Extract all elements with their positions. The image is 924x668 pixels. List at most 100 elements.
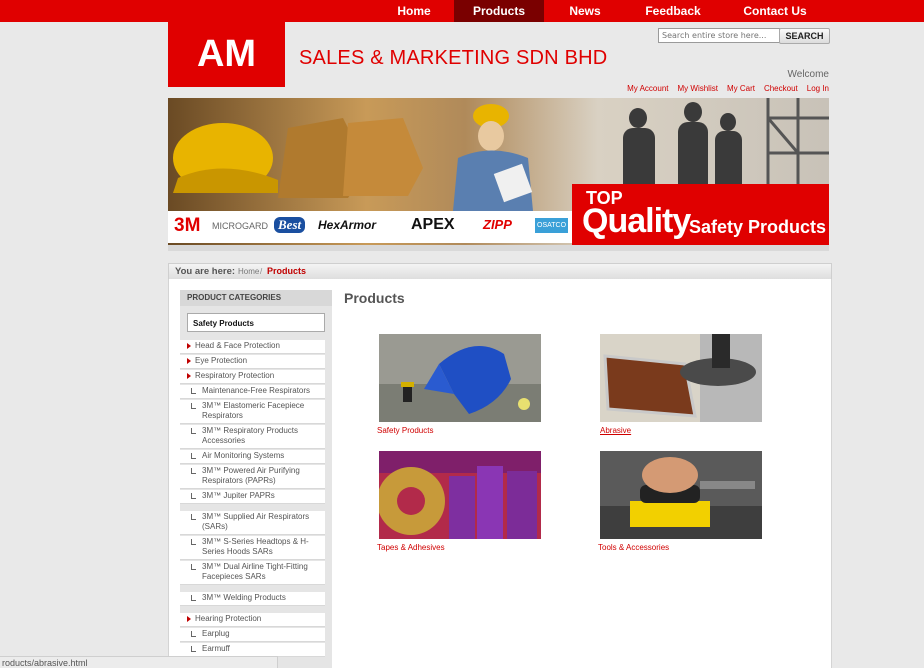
- breadcrumb: You are here: Home / Products: [168, 263, 832, 280]
- safety-products-image[interactable]: [379, 334, 541, 422]
- hero-banner: 3M MICROGARD Best HexArmor APEX ZIPP OSA…: [168, 98, 829, 251]
- sidebar-item-label: 3M™ Dual Airline Tight-Fitting Facepiece…: [202, 562, 308, 581]
- sidebar-item-label: Respiratory Protection: [195, 371, 275, 380]
- tagline-quality: Quality: [582, 202, 691, 240]
- search-input[interactable]: [658, 28, 780, 43]
- banner-safety-gear-image: [173, 104, 533, 211]
- sidebar-item-earmuff[interactable]: Earmuff: [180, 643, 325, 657]
- subitem-branch-icon: [191, 453, 196, 459]
- sidebar-item-label: Eye Protection: [195, 356, 248, 365]
- breadcrumb-current: Products: [267, 266, 307, 276]
- nav-news[interactable]: News: [544, 0, 626, 22]
- abrasive-image[interactable]: [600, 334, 762, 422]
- site-logo[interactable]: AM: [168, 22, 285, 87]
- subitem-branch-icon: [191, 403, 196, 409]
- sidebar-item-jupiter-paprs[interactable]: 3M™ Jupiter PAPRs: [180, 490, 325, 504]
- sidebar-title: PRODUCT CATEGORIES: [180, 290, 332, 306]
- breadcrumb-home-link[interactable]: Home: [238, 264, 259, 279]
- my-cart-link[interactable]: My Cart: [727, 84, 755, 93]
- sidebar-item-label: Air Monitoring Systems: [202, 451, 285, 460]
- sidebar-item-label: 3M™ S-Series Headtops & H-Series Hoods S…: [202, 537, 309, 556]
- sidebar-item-label: Maintenance-Free Respirators: [202, 386, 311, 395]
- banner-scaffold-silhouettes: [623, 98, 829, 198]
- category-select[interactable]: Safety Products: [187, 313, 325, 332]
- arrow-right-icon: [187, 358, 191, 364]
- nav-contact-us[interactable]: Contact Us: [720, 0, 830, 22]
- brand-best-logo: Best: [274, 217, 306, 233]
- subitem-branch-icon: [191, 493, 196, 499]
- checkout-link[interactable]: Checkout: [764, 84, 798, 93]
- sidebar-item-hearing-protection[interactable]: Hearing Protection: [180, 613, 325, 627]
- top-nav: Home Products News Feedback Contact Us: [374, 0, 830, 22]
- brand-hexarmor-logo: HexArmor: [318, 218, 377, 232]
- nav-home[interactable]: Home: [374, 0, 454, 22]
- sidebar-item-dual-airline[interactable]: 3M™ Dual Airline Tight-Fitting Facepiece…: [180, 561, 325, 585]
- sidebar-item-s-series-headtops[interactable]: 3M™ S-Series Headtops & H-Series Hoods S…: [180, 536, 325, 560]
- sidebar-item-elastomeric-facepiece-respirators[interactable]: 3M™ Elastomeric Facepiece Respirators: [180, 400, 325, 424]
- nav-feedback[interactable]: Feedback: [626, 0, 720, 22]
- subitem-branch-icon: [191, 468, 196, 474]
- sidebar-item-eye-protection[interactable]: Eye Protection: [180, 355, 325, 369]
- sidebar-item-head-face-protection[interactable]: Head & Face Protection: [180, 340, 325, 354]
- brand-logos-strip: 3M MICROGARD Best HexArmor APEX ZIPP OSA…: [168, 211, 572, 243]
- tagline-safety-products: Safety Products: [689, 217, 827, 237]
- subitem-branch-icon: [191, 388, 196, 394]
- brand-3m-logo: 3M: [174, 215, 201, 236]
- subitem-branch-icon: [191, 646, 196, 652]
- sidebar-item-label: Earplug: [202, 629, 230, 638]
- brand-zipp-logo: ZIPP: [483, 217, 512, 232]
- top-quality-tagline: TOP Quality Safety Products: [572, 184, 829, 246]
- sidebar-item-supplied-air-respirators[interactable]: 3M™ Supplied Air Respirators (SARs): [180, 511, 325, 535]
- subitem-branch-icon: [191, 631, 196, 637]
- account-links: My Account My Wishlist My Cart Checkout …: [627, 84, 829, 93]
- sidebar-item-respiratory-protection[interactable]: Respiratory Protection: [180, 370, 325, 384]
- welcome-message: Welcome: [787, 69, 830, 80]
- sidebar-item-label: 3M™ Jupiter PAPRs: [202, 491, 275, 500]
- product-label-tools-accessories[interactable]: Tools & Accessories: [598, 543, 669, 552]
- sidebar-item-earplug[interactable]: Earplug: [180, 628, 325, 642]
- log-in-link[interactable]: Log In: [807, 84, 829, 93]
- sidebar-item-label: 3M™ Welding Products: [202, 593, 286, 602]
- product-card-tools-accessories[interactable]: Tools & Accessories: [598, 451, 762, 555]
- product-categories-sidebar: PRODUCT CATEGORIES Safety Products Head …: [180, 290, 332, 668]
- content-area: PRODUCT CATEGORIES Safety Products Head …: [168, 279, 832, 668]
- tapes-adhesives-image[interactable]: [379, 451, 541, 539]
- brand-apex-logo: APEX: [411, 216, 455, 233]
- brand-osatco-logo: OSATCO: [535, 218, 569, 233]
- sidebar-item-label: 3M™ Supplied Air Respirators (SARs): [202, 512, 310, 531]
- sidebar-item-respiratory-accessories[interactable]: 3M™ Respiratory Products Accessories: [180, 425, 325, 449]
- breadcrumb-label: You are here:: [175, 266, 236, 277]
- subitem-branch-icon: [191, 539, 196, 545]
- sidebar-item-label: 3M™ Powered Air Purifying Respirators (P…: [202, 466, 300, 485]
- breadcrumb-separator: /: [260, 267, 263, 276]
- product-card-safety-products[interactable]: Safety Products: [377, 334, 541, 438]
- sidebar-item-label: Earmuff: [202, 644, 230, 653]
- product-card-abrasive[interactable]: Abrasive: [600, 334, 762, 438]
- sidebar-item-label: 3M™ Respiratory Products Accessories: [202, 426, 299, 445]
- sidebar-item-label: 3M™ Elastomeric Facepiece Respirators: [202, 401, 305, 420]
- subitem-branch-icon: [191, 564, 196, 570]
- sidebar-item-label: Hearing Protection: [195, 614, 262, 623]
- nav-products[interactable]: Products: [454, 0, 544, 22]
- sidebar-item-welding-products[interactable]: 3M™ Welding Products: [180, 592, 325, 606]
- sidebar-item-air-monitoring-systems[interactable]: Air Monitoring Systems: [180, 450, 325, 464]
- sidebar-item-paprs[interactable]: 3M™ Powered Air Purifying Respirators (P…: [180, 465, 325, 489]
- tools-accessories-image[interactable]: [600, 451, 762, 539]
- arrow-right-icon: [187, 343, 191, 349]
- company-name: SALES & MARKETING SDN BHD: [299, 47, 608, 69]
- subitem-branch-icon: [191, 514, 196, 520]
- subitem-branch-icon: [191, 595, 196, 601]
- page-title: Products: [344, 290, 405, 306]
- product-card-tapes-adhesives[interactable]: Tapes & Adhesives: [377, 451, 541, 555]
- product-label-tapes-adhesives[interactable]: Tapes & Adhesives: [377, 543, 445, 552]
- sidebar-item-label: Head & Face Protection: [195, 341, 280, 350]
- brand-microgard-logo: MICROGARD: [212, 221, 268, 231]
- my-account-link[interactable]: My Account: [627, 84, 668, 93]
- product-label-safety-products[interactable]: Safety Products: [377, 426, 433, 435]
- product-label-abrasive[interactable]: Abrasive: [600, 426, 631, 435]
- arrow-right-icon: [187, 616, 191, 622]
- sidebar-item-maintenance-free-respirators[interactable]: Maintenance-Free Respirators: [180, 385, 325, 399]
- browser-status-url: roducts/abrasive.html: [0, 656, 278, 668]
- my-wishlist-link[interactable]: My Wishlist: [678, 84, 718, 93]
- search-button[interactable]: SEARCH: [779, 28, 830, 44]
